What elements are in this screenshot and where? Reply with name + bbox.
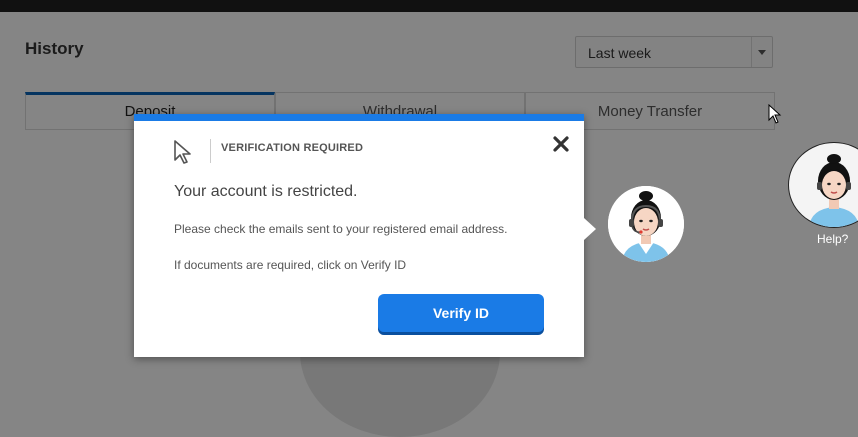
header-divider xyxy=(210,139,211,163)
dialog-message-documents: If documents are required, click on Veri… xyxy=(174,258,407,272)
support-agent-avatar-icon[interactable] xyxy=(608,186,684,262)
verify-id-button[interactable]: Verify ID xyxy=(378,294,544,332)
dialog-heading: Your account is restricted. xyxy=(174,183,358,200)
help-label[interactable]: Help? xyxy=(817,232,848,246)
close-icon[interactable] xyxy=(552,135,570,153)
top-bar xyxy=(0,0,858,12)
dialog-header: VERIFICATION REQUIRED xyxy=(221,142,364,154)
dialog-message-email: Please check the emails sent to your reg… xyxy=(174,222,508,236)
cursor-arrow-icon xyxy=(172,138,196,166)
verification-dialog: VERIFICATION REQUIRED Your account is re… xyxy=(134,114,584,357)
mouse-cursor-icon xyxy=(768,104,782,124)
dialog-pointer xyxy=(584,218,596,240)
